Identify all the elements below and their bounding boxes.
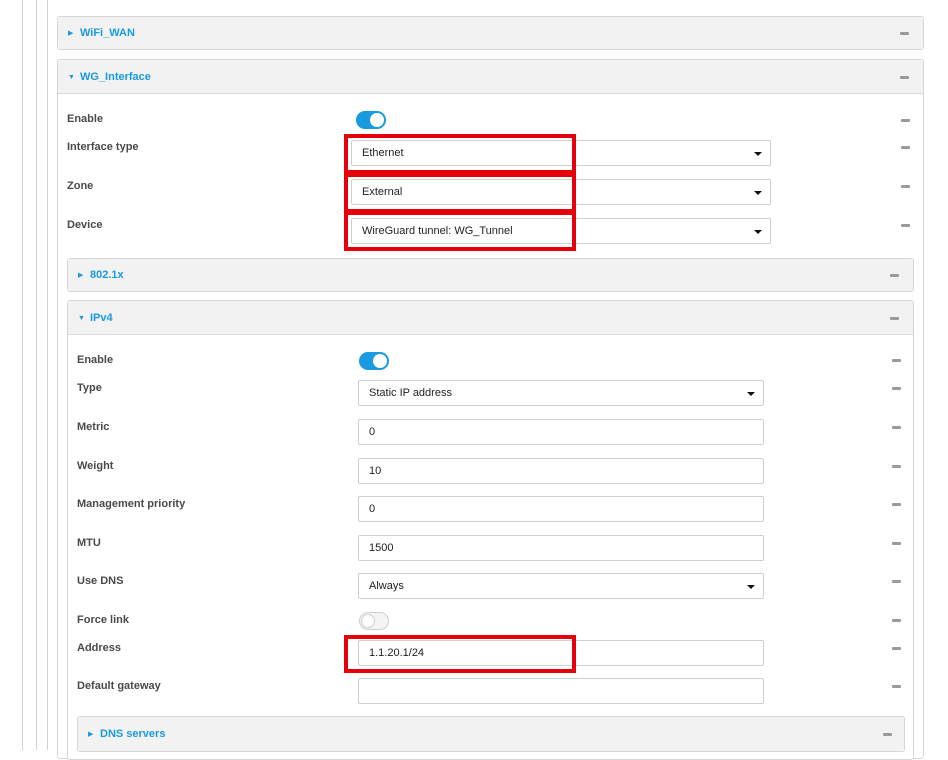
- triangle-down-icon: ▼: [68, 73, 75, 81]
- chevron-down-icon: [754, 152, 762, 156]
- triangle-right-icon: ▶: [78, 272, 84, 279]
- label-metric: Metric: [77, 421, 110, 433]
- frame-line: [36, 0, 37, 750]
- toggle-knob: [370, 113, 384, 127]
- panel-802-1x: ▶ 802.1x: [67, 258, 914, 292]
- minus-icon[interactable]: [900, 75, 909, 79]
- management-priority-input[interactable]: 0: [358, 496, 764, 522]
- minus-icon[interactable]: [892, 619, 901, 622]
- minus-icon[interactable]: [890, 274, 899, 277]
- mtu-input[interactable]: 1500: [358, 535, 764, 561]
- minus-icon[interactable]: [892, 387, 901, 390]
- triangle-right-icon: ▶: [88, 731, 94, 738]
- label-management-priority: Management priority: [77, 498, 186, 510]
- panel-header-wifi-wan[interactable]: ▶ WiFi_WAN: [58, 17, 923, 49]
- panel-title-ipv4[interactable]: ▼ IPv4: [78, 312, 113, 324]
- force-link-toggle[interactable]: [359, 612, 389, 630]
- minus-icon[interactable]: [901, 146, 910, 149]
- triangle-right-icon: ▶: [68, 30, 74, 37]
- minus-icon[interactable]: [901, 119, 910, 122]
- use-dns-select[interactable]: Always: [358, 573, 764, 599]
- chevron-down-icon: [754, 191, 762, 195]
- label-device: Device: [67, 219, 103, 231]
- label-default-gateway: Default gateway: [77, 680, 161, 692]
- metric-input[interactable]: 0: [358, 419, 764, 445]
- chevron-down-icon: [747, 585, 755, 589]
- minus-icon[interactable]: [890, 316, 899, 320]
- minus-icon[interactable]: [901, 224, 910, 227]
- minus-icon[interactable]: [892, 426, 901, 429]
- chevron-down-icon: [747, 392, 755, 396]
- frame-line: [22, 0, 23, 750]
- label-zone: Zone: [67, 180, 94, 192]
- frame-line: [47, 0, 48, 750]
- label-use-dns: Use DNS: [77, 575, 124, 587]
- panel-header-dns-servers[interactable]: ▶ DNS servers: [78, 717, 904, 751]
- label-weight: Weight: [77, 460, 114, 472]
- chevron-down-icon: [754, 230, 762, 234]
- weight-input[interactable]: 10: [358, 458, 764, 484]
- panel-header-802-1x[interactable]: ▶ 802.1x: [68, 259, 913, 291]
- minus-icon[interactable]: [892, 647, 901, 650]
- panel-wifi-wan: ▶ WiFi_WAN: [57, 16, 924, 50]
- panel-title-802-1x[interactable]: ▶ 802.1x: [78, 269, 124, 281]
- panel-title-wifi-wan[interactable]: ▶ WiFi_WAN: [68, 27, 135, 39]
- panel-title-wg-interface[interactable]: ▼ WG_Interface: [68, 71, 151, 83]
- minus-icon[interactable]: [900, 32, 909, 35]
- minus-icon[interactable]: [901, 185, 910, 188]
- minus-icon[interactable]: [892, 503, 901, 506]
- label-address: Address: [77, 642, 122, 654]
- label-type: Type: [77, 382, 102, 394]
- panel-header-wg-interface[interactable]: ▼ WG_Interface: [58, 60, 923, 94]
- panel-header-ipv4[interactable]: ▼ IPv4: [68, 301, 913, 335]
- panel-dns-servers: ▶ DNS servers: [77, 716, 905, 752]
- device-select[interactable]: WireGuard tunnel: WG_Tunnel: [351, 218, 771, 244]
- minus-icon[interactable]: [892, 359, 901, 362]
- label-mtu: MTU: [77, 537, 101, 549]
- ipv4-enable-toggle[interactable]: [359, 352, 389, 370]
- minus-icon[interactable]: [892, 542, 901, 545]
- toggle-knob: [361, 614, 375, 628]
- label-force-link: Force link: [77, 614, 129, 626]
- default-gateway-input[interactable]: [358, 678, 764, 704]
- interface-type-select[interactable]: Ethernet: [351, 140, 771, 166]
- address-input[interactable]: 1.1.20.1/24: [358, 640, 764, 666]
- minus-icon[interactable]: [892, 580, 901, 583]
- type-select[interactable]: Static IP address: [358, 380, 764, 406]
- minus-icon[interactable]: [892, 685, 901, 688]
- toggle-knob: [373, 354, 387, 368]
- panel-title-dns-servers[interactable]: ▶ DNS servers: [88, 728, 165, 740]
- triangle-down-icon: ▼: [78, 314, 85, 322]
- label-ipv4-enable: Enable: [77, 354, 114, 366]
- enable-toggle[interactable]: [356, 111, 386, 129]
- zone-select[interactable]: External: [351, 179, 771, 205]
- minus-icon[interactable]: [883, 733, 892, 736]
- label-interface-type: Interface type: [67, 141, 139, 153]
- minus-icon[interactable]: [892, 465, 901, 468]
- label-enable: Enable: [67, 113, 104, 125]
